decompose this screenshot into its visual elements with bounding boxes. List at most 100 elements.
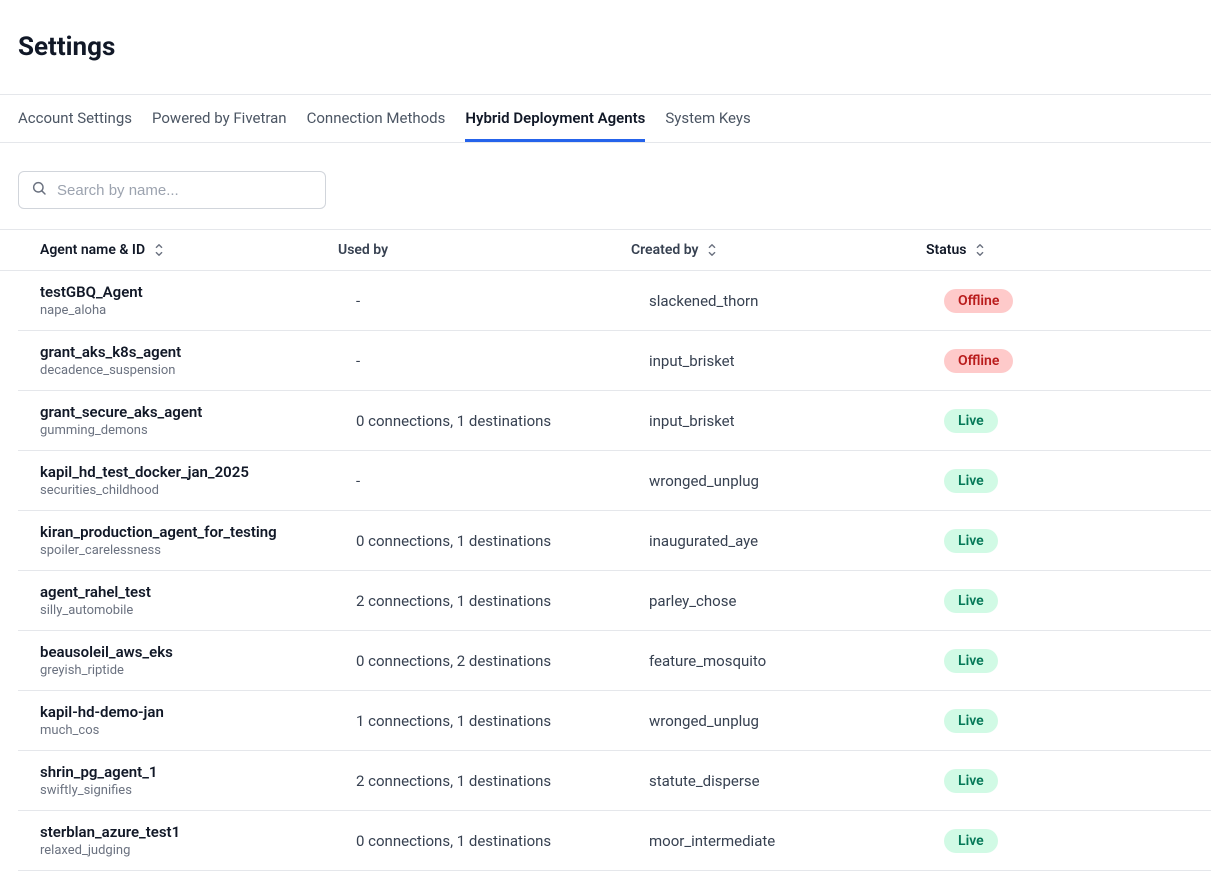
- status-badge: Offline: [944, 289, 1013, 313]
- cell-used-by: 0 connections, 1 destinations: [356, 412, 649, 430]
- column-header-created-by[interactable]: Created by: [631, 242, 926, 258]
- agent-id: much_cos: [40, 723, 356, 738]
- cell-used-by: 1 connections, 1 destinations: [356, 712, 649, 730]
- table-header: Agent name & ID Used by Created by Statu…: [0, 229, 1211, 271]
- cell-used-by: 0 connections, 1 destinations: [356, 832, 649, 850]
- cell-status: Live: [944, 529, 1211, 553]
- cell-status: Offline: [944, 289, 1211, 313]
- agent-name: kapil-hd-demo-jan: [40, 703, 356, 721]
- cell-used-by: -: [356, 472, 649, 490]
- cell-created-by: wronged_unplug: [649, 712, 944, 730]
- table-row[interactable]: beausoleil_aws_eks greyish_riptide0 conne…: [18, 631, 1211, 691]
- cell-agent-name-id: beausoleil_aws_eks greyish_riptide: [18, 643, 356, 678]
- search-input[interactable]: [57, 182, 313, 199]
- tab-account-settings[interactable]: Account Settings: [18, 95, 132, 142]
- column-header-used-by: Used by: [338, 242, 631, 258]
- search-wrap: [0, 143, 1211, 229]
- cell-status: Live: [944, 469, 1211, 493]
- tab-powered-by-fivetran[interactable]: Powered by Fivetran: [152, 95, 287, 142]
- agent-id: greyish_riptide: [40, 663, 356, 678]
- agent-id: swiftly_signifies: [40, 783, 356, 798]
- agent-id: securities_childhood: [40, 483, 356, 498]
- tab-connection-methods[interactable]: Connection Methods: [307, 95, 446, 142]
- cell-agent-name-id: sterblan_azure_test1 relaxed_judging: [18, 823, 356, 858]
- search-icon: [31, 180, 57, 200]
- status-badge: Live: [944, 649, 998, 673]
- cell-created-by: parley_chose: [649, 592, 944, 610]
- cell-created-by: wronged_unplug: [649, 472, 944, 490]
- cell-created-by: input_brisket: [649, 412, 944, 430]
- column-header-status-label: Status: [926, 242, 966, 258]
- cell-used-by: 2 connections, 1 destinations: [356, 592, 649, 610]
- status-badge: Live: [944, 589, 998, 613]
- cell-agent-name-id: kiran_production_agent_for_testingspoile…: [18, 523, 356, 558]
- table-row[interactable]: grant_aks_k8s_agentdecadence_suspension-…: [18, 331, 1211, 391]
- cell-status: Live: [944, 589, 1211, 613]
- cell-created-by: statute_disperse: [649, 772, 944, 790]
- cell-created-by: moor_intermediate: [649, 832, 944, 850]
- table-row[interactable]: agent_rahel_testsilly_automobile2 connec…: [18, 571, 1211, 631]
- agent-name: grant_secure_aks_agent: [40, 403, 356, 421]
- agent-id: nape_aloha: [40, 303, 356, 318]
- column-header-used-by-label: Used by: [338, 242, 388, 258]
- status-badge: Live: [944, 469, 998, 493]
- column-header-name-label: Agent name & ID: [40, 242, 145, 258]
- table-row[interactable]: grant_secure_aks_agent gumming_demons0 co…: [18, 391, 1211, 451]
- cell-used-by: 2 connections, 1 destinations: [356, 772, 649, 790]
- status-badge: Live: [944, 769, 998, 793]
- table-row[interactable]: kiran_production_agent_for_testingspoile…: [18, 511, 1211, 571]
- table-body: testGBQ_Agentnape_aloha-slackened_thornO…: [0, 271, 1211, 871]
- agent-name: shrin_pg_agent_1: [40, 763, 356, 781]
- agent-name: agent_rahel_test: [40, 583, 356, 601]
- column-header-created-by-label: Created by: [631, 242, 698, 258]
- column-header-name[interactable]: Agent name & ID: [0, 242, 338, 258]
- cell-agent-name-id: kapil-hd-demo-jan much_cos: [18, 703, 356, 738]
- cell-used-by: 0 connections, 2 destinations: [356, 652, 649, 670]
- cell-agent-name-id: kapil_hd_test_docker_jan_2025 securities_…: [18, 463, 356, 498]
- agent-name: kiran_production_agent_for_testing: [40, 523, 356, 541]
- cell-status: Live: [944, 649, 1211, 673]
- status-badge: Offline: [944, 349, 1013, 373]
- cell-created-by: input_brisket: [649, 352, 944, 370]
- table-row[interactable]: kapil_hd_test_docker_jan_2025 securities_…: [18, 451, 1211, 511]
- agent-name: kapil_hd_test_docker_jan_2025: [40, 463, 356, 481]
- agent-id: gumming_demons: [40, 423, 356, 438]
- tab-hybrid-deployment-agents[interactable]: Hybrid Deployment Agents: [465, 95, 645, 142]
- status-badge: Live: [944, 529, 998, 553]
- cell-agent-name-id: grant_aks_k8s_agentdecadence_suspension: [18, 343, 356, 378]
- agents-table: Agent name & ID Used by Created by Statu…: [0, 229, 1211, 871]
- cell-created-by: slackened_thorn: [649, 292, 944, 310]
- cell-used-by: -: [356, 292, 649, 310]
- table-row[interactable]: sterblan_azure_test1 relaxed_judging0 con…: [18, 811, 1211, 871]
- tab-system-keys[interactable]: System Keys: [665, 95, 750, 142]
- cell-created-by: feature_mosquito: [649, 652, 944, 670]
- cell-agent-name-id: agent_rahel_testsilly_automobile: [18, 583, 356, 618]
- sort-icon: [974, 243, 986, 257]
- agent-id: relaxed_judging: [40, 843, 356, 858]
- agent-name: grant_aks_k8s_agent: [40, 343, 356, 361]
- cell-created-by: inaugurated_aye: [649, 532, 944, 550]
- search-box[interactable]: [18, 171, 326, 209]
- cell-agent-name-id: testGBQ_Agent nape_aloha: [18, 283, 356, 318]
- cell-status: Live: [944, 829, 1211, 853]
- page-title: Settings: [0, 0, 1211, 94]
- tabs-container: Account Settings Powered by Fivetran Conne…: [0, 94, 1211, 143]
- column-header-status[interactable]: Status: [926, 242, 1211, 258]
- agent-name: testGBQ_Agent: [40, 283, 356, 301]
- sort-icon: [706, 243, 718, 257]
- status-badge: Live: [944, 709, 998, 733]
- agent-name: sterblan_azure_test1: [40, 823, 356, 841]
- cell-used-by: 0 connections, 1 destinations: [356, 532, 649, 550]
- table-row[interactable]: shrin_pg_agent_1 swiftly_signifies2 conne…: [18, 751, 1211, 811]
- table-row[interactable]: testGBQ_Agent nape_aloha-slackened_thornO…: [18, 271, 1211, 331]
- cell-agent-name-id: grant_secure_aks_agent gumming_demons: [18, 403, 356, 438]
- cell-agent-name-id: shrin_pg_agent_1 swiftly_signifies: [18, 763, 356, 798]
- cell-status: Live: [944, 769, 1211, 793]
- tabs: Account Settings Powered by Fivetran Conne…: [18, 95, 1193, 142]
- sort-icon: [153, 243, 165, 257]
- cell-status: Live: [944, 709, 1211, 733]
- status-badge: Live: [944, 409, 998, 433]
- cell-status: Live: [944, 409, 1211, 433]
- table-row[interactable]: kapil-hd-demo-jan much_cos1 connections, …: [18, 691, 1211, 751]
- agent-name: beausoleil_aws_eks: [40, 643, 356, 661]
